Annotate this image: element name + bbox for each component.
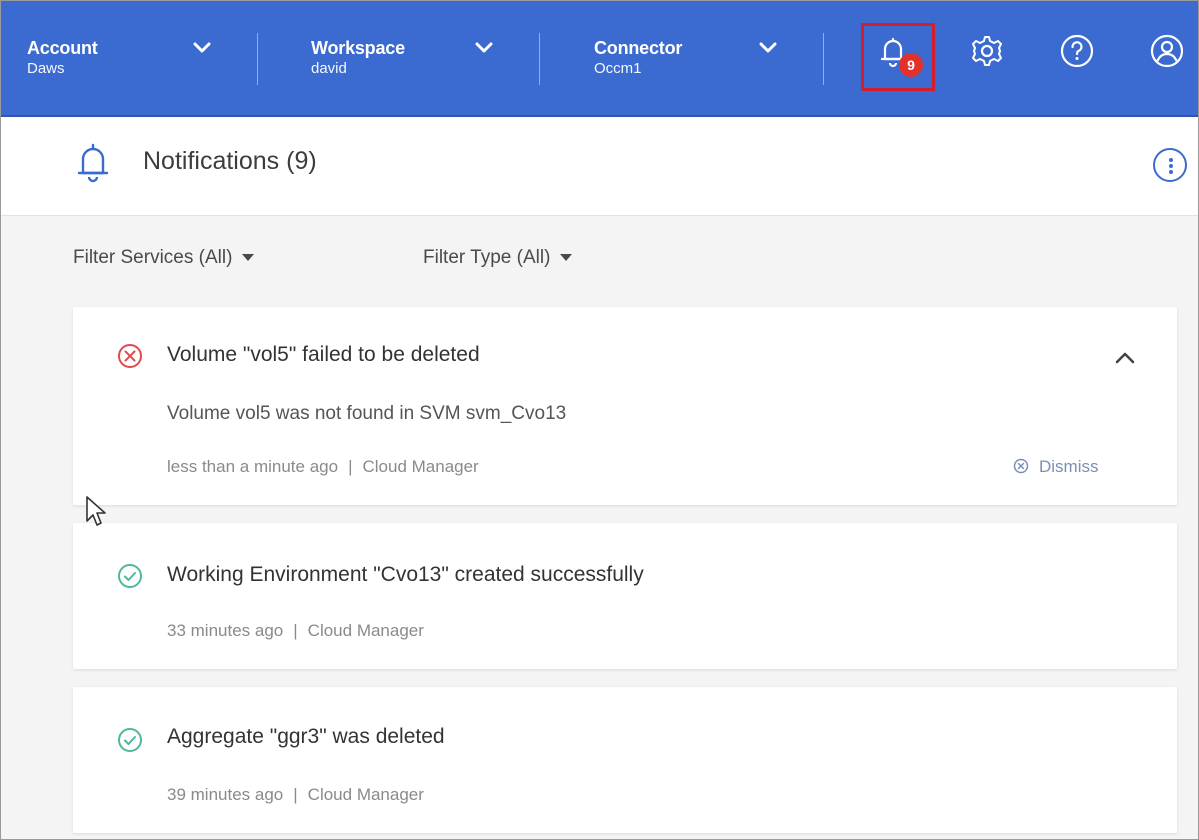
notification-source: Cloud Manager (307, 785, 424, 804)
notification-card[interactable]: Working Environment "Cvo13" created succ… (73, 523, 1177, 669)
divider (823, 33, 824, 85)
connector-chevron-down-icon[interactable] (757, 37, 779, 59)
connector-selector[interactable]: Connector Occm1 (594, 37, 682, 85)
notification-body: Volume vol5 was not found in SVM svm_Cvo… (167, 403, 567, 424)
help-icon[interactable] (1057, 31, 1097, 71)
gear-icon[interactable] (967, 31, 1007, 71)
notification-card[interactable]: Aggregate "ggr3" was deleted 39 minutes … (73, 687, 1177, 833)
connector-value: Occm1 (594, 60, 642, 77)
workspace-selector[interactable]: Workspace david (311, 37, 405, 85)
account-chevron-down-icon[interactable] (191, 37, 213, 59)
filter-services-label: Filter Services (All) (73, 247, 233, 268)
notification-source: Cloud Manager (307, 621, 424, 640)
notification-meta: less than a minute ago | Cloud Manager (167, 457, 479, 477)
bell-icon (77, 143, 109, 183)
notification-time: 33 minutes ago (167, 621, 284, 640)
notification-time: less than a minute ago (167, 457, 339, 476)
connector-label: Connector (594, 38, 683, 58)
bell-highlight-box (861, 23, 935, 91)
account-selector[interactable]: Account Daws (27, 37, 98, 85)
notification-title: Working Environment "Cvo13" created succ… (167, 563, 644, 586)
filter-services-dropdown[interactable]: Filter Services (All) (73, 247, 255, 269)
notification-time: 39 minutes ago (167, 785, 284, 804)
notifications-window: Account Daws Workspace david Connector O… (0, 0, 1199, 840)
notification-title: Volume "vol5" failed to be deleted (167, 343, 480, 366)
notifications-header: Notifications (9) (1, 117, 1198, 216)
caret-down-icon (242, 254, 255, 262)
chevron-up-icon[interactable] (1113, 347, 1137, 367)
account-value: Daws (27, 60, 65, 77)
meta-separator: | (348, 457, 353, 476)
workspace-label: Workspace (311, 38, 405, 58)
top-navigation-bar: Account Daws Workspace david Connector O… (1, 1, 1198, 117)
page-title: Notifications (9) (143, 147, 317, 175)
mouse-cursor-icon (86, 496, 106, 526)
user-icon[interactable] (1147, 31, 1187, 71)
notification-card[interactable]: Volume "vol5" failed to be deleted Volum… (73, 307, 1177, 505)
success-check-icon (118, 564, 142, 588)
workspace-chevron-down-icon[interactable] (473, 37, 495, 59)
notification-source: Cloud Manager (362, 457, 479, 476)
meta-separator: | (293, 621, 298, 640)
dismiss-label: Dismiss (1039, 457, 1099, 476)
more-options-icon[interactable] (1153, 148, 1187, 182)
notification-meta: 33 minutes ago | Cloud Manager (167, 621, 424, 641)
success-check-icon (118, 728, 142, 752)
meta-separator: | (293, 785, 298, 804)
filter-type-dropdown[interactable]: Filter Type (All) (423, 247, 573, 269)
divider (257, 33, 258, 85)
dismiss-icon (1013, 458, 1029, 474)
dismiss-button[interactable]: Dismiss (1013, 457, 1099, 477)
filter-type-label: Filter Type (All) (423, 247, 551, 268)
error-icon (118, 344, 142, 368)
caret-down-icon (560, 254, 573, 262)
notification-meta: 39 minutes ago | Cloud Manager (167, 785, 424, 805)
notification-title: Aggregate "ggr3" was deleted (167, 725, 445, 748)
account-label: Account (27, 38, 98, 58)
workspace-value: david (311, 60, 347, 77)
divider (539, 33, 540, 85)
